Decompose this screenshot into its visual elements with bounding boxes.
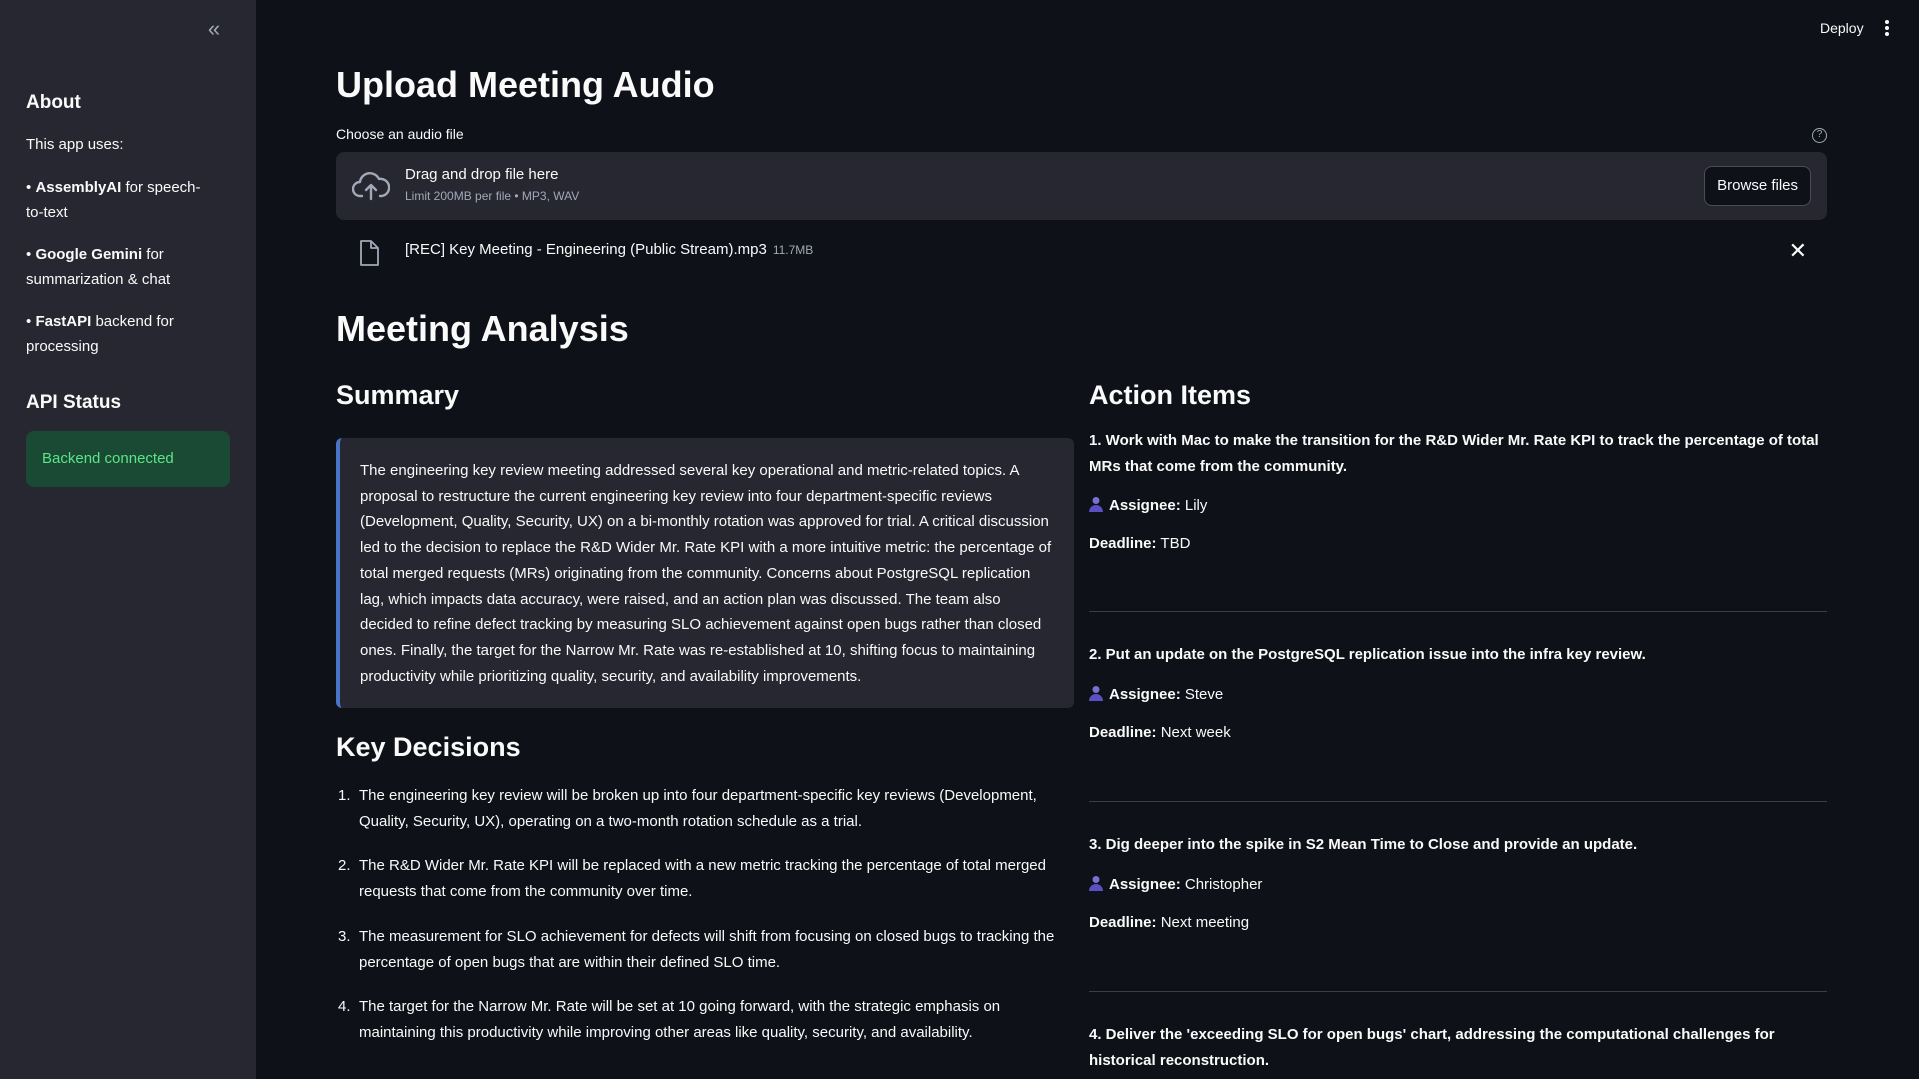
action-item-title: 2. Put an update on the PostgreSQL repli… [1089, 646, 1646, 663]
summary-heading: Summary [336, 380, 460, 410]
action-item-assignee: Assignee: Christopher [1089, 874, 1827, 896]
action-item-deadline: Deadline: TBD [1089, 535, 1191, 553]
close-icon[interactable]: ✕ [1789, 238, 1807, 264]
api-status-heading: API Status [26, 392, 122, 413]
dropzone-limit: Limit 200MB per file • MP3, WAV [405, 189, 580, 203]
status-badge: Backend connected [26, 431, 230, 487]
action-item-title: 4. Deliver the 'exceeding SLO for open b… [1089, 1026, 1775, 1069]
analysis-title: Meeting Analysis [336, 308, 629, 349]
about-item-fastapi: • FastAPI backend for processing [26, 313, 174, 355]
person-icon [1089, 685, 1103, 701]
list-item: 3. The measurement for SLO achievement fo… [338, 927, 1055, 971]
action-item: 1. Work with Mac to make the transition … [1089, 428, 1827, 555]
file-name: [REC] Key Meeting - Engineering (Public … [405, 241, 814, 258]
divider [1089, 991, 1827, 992]
sidebar: « About This app uses: • AssemblyAI for … [0, 0, 256, 1079]
uploaded-file-row: [REC] Key Meeting - Engineering (Public … [336, 234, 1827, 270]
divider [1089, 801, 1827, 802]
action-item-deadline: Deadline: Next week [1089, 723, 1231, 741]
person-icon [1089, 497, 1103, 513]
list-item: 4. The target for the Narrow Mr. Rate wil… [338, 998, 1001, 1041]
file-dropzone[interactable]: Drag and drop file here Limit 200MB per … [336, 152, 1827, 220]
action-item-assignee: Assignee: Lily [1089, 495, 1827, 517]
action-item-deadline: Deadline: Next meeting [1089, 913, 1250, 931]
deploy-button[interactable]: Deploy [1820, 20, 1864, 36]
action-item-assignee: Assignee: Steve [1089, 684, 1827, 706]
about-item-gemini: • Google Gemini for summarization & chat [26, 246, 171, 288]
list-item: 1. The engineering key review will be bro… [338, 787, 1037, 830]
about-item-assemblyai: • AssemblyAI for speech-to-text [26, 179, 201, 221]
about-intro: This app uses: [26, 136, 124, 153]
about-heading: About [26, 92, 81, 113]
key-decisions-list: 1. The engineering key review will be bro… [336, 783, 1074, 1065]
help-icon[interactable]: ? [1812, 128, 1827, 143]
kebab-menu-icon[interactable] [1880, 18, 1894, 40]
uploader-label: Choose an audio file [336, 126, 464, 142]
divider [1089, 611, 1827, 612]
double-chevron-left-icon[interactable]: « [200, 18, 228, 42]
file-size: 11.7MB [772, 243, 814, 257]
browse-files-button[interactable]: Browse files [1704, 166, 1811, 206]
page-title: Upload Meeting Audio [336, 64, 715, 105]
action-item-title: 3. Dig deeper into the spike in S2 Mean … [1089, 836, 1638, 853]
action-item-title: 1. Work with Mac to make the transition … [1089, 432, 1819, 475]
action-item: 4. Deliver the 'exceeding SLO for open b… [1089, 1022, 1827, 1073]
action-items-heading: Action Items [1089, 380, 1252, 410]
summary-text: The engineering key review meeting addre… [336, 438, 1074, 708]
key-decisions-heading: Key Decisions [336, 732, 521, 762]
cloud-upload-icon [352, 172, 390, 201]
list-item: 2. The R&D Wider Mr. Rate KPI will be rep… [338, 857, 1046, 901]
action-item: 3. Dig deeper into the spike in S2 Mean … [1089, 832, 1827, 934]
person-icon [1089, 875, 1103, 891]
file-icon [360, 240, 379, 266]
action-item: 2. Put an update on the PostgreSQL repli… [1089, 642, 1827, 744]
dropzone-title: Drag and drop file here [405, 166, 559, 183]
